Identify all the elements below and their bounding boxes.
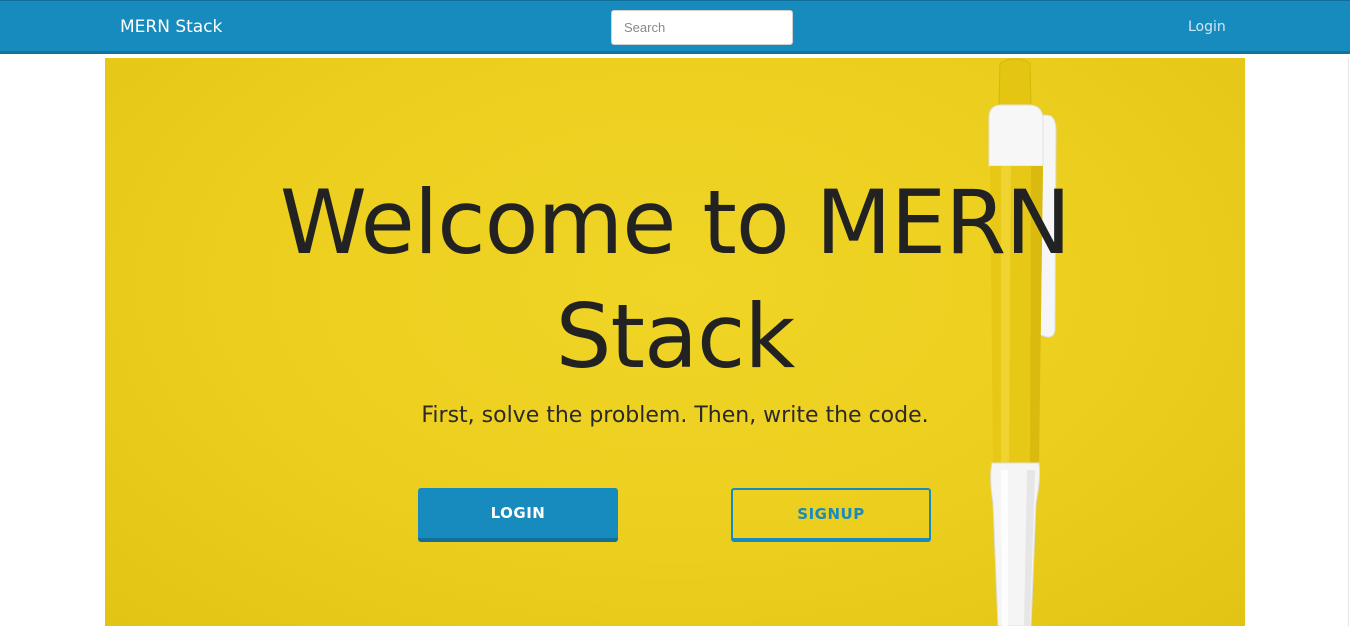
page-edge-divider bbox=[1348, 58, 1349, 626]
hero-title-line-2: Stack bbox=[555, 285, 796, 388]
hero-section: Welcome to MERN Stack First, solve the p… bbox=[105, 58, 1245, 626]
login-button[interactable]: LOGIN bbox=[418, 488, 618, 542]
search-input[interactable] bbox=[611, 10, 793, 45]
brand-link[interactable]: MERN Stack bbox=[120, 16, 222, 38]
hero-subtitle: First, solve the problem. Then, write th… bbox=[421, 403, 929, 428]
signup-button[interactable]: SIGNUP bbox=[731, 488, 931, 542]
hero-title-line-1: Welcome to MERN bbox=[279, 171, 1071, 274]
hero-title: Welcome to MERN Stack bbox=[105, 166, 1245, 394]
top-navbar: MERN Stack Login bbox=[0, 0, 1350, 54]
nav-login-link[interactable]: Login bbox=[1188, 19, 1226, 35]
